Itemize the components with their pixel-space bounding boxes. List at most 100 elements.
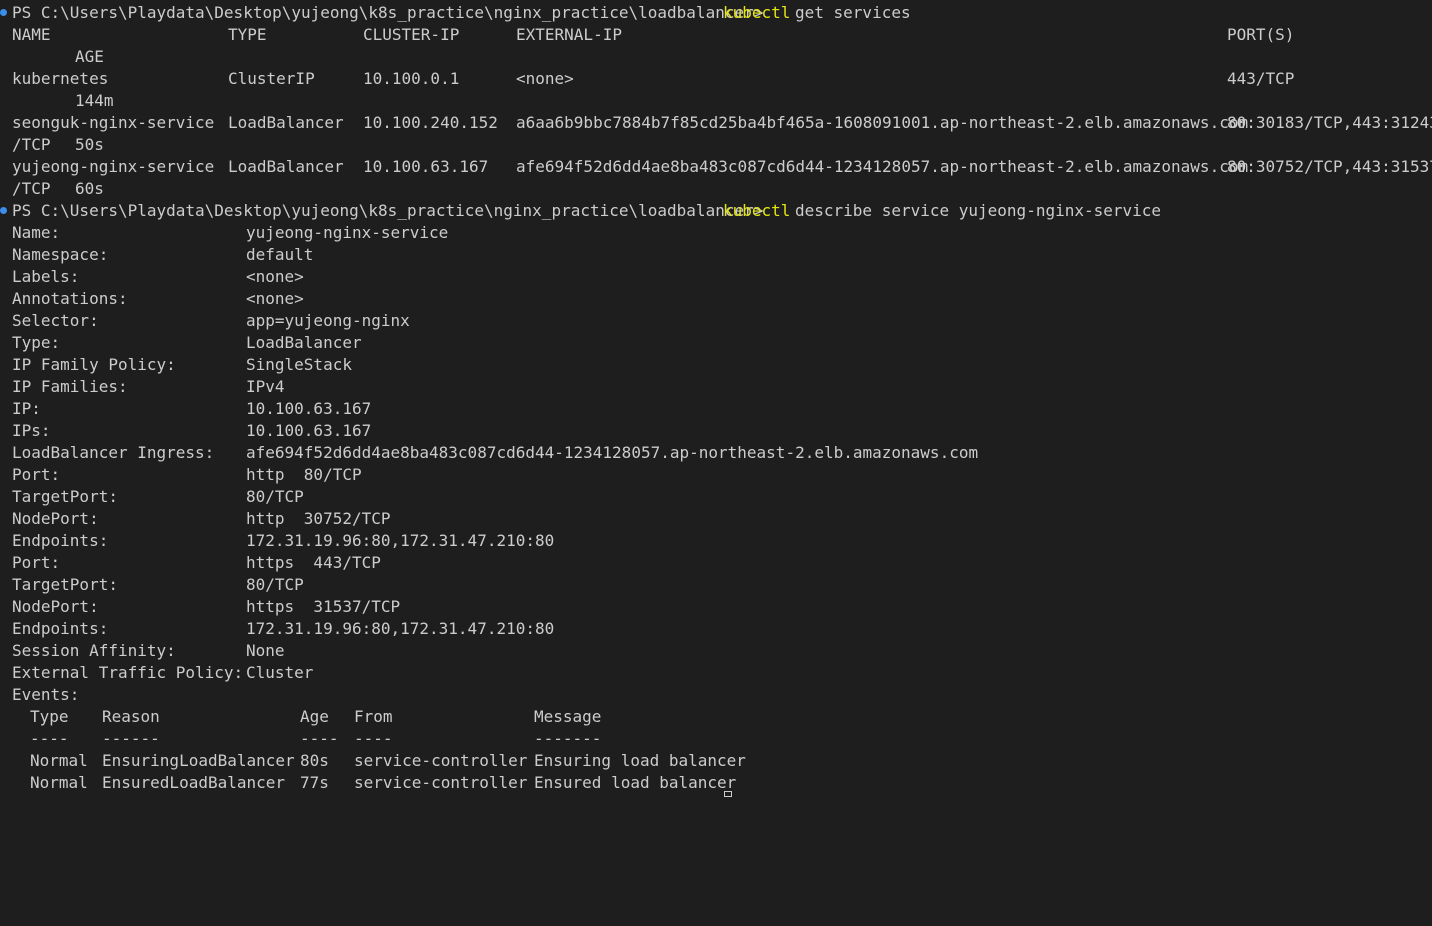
describe-row: IPs: 10.100.63.167 [0,420,1432,442]
events-divider-age: ---- [300,729,339,748]
describe-value: http 30752/TCP [246,509,391,528]
describe-row: External Traffic Policy: Cluster [0,662,1432,684]
service-name: yujeong-nginx-service [12,157,215,176]
describe-row: Port: http 80/TCP [0,464,1432,486]
describe-key: Port: [12,553,61,572]
table-row: kubernetes ClusterIP 10.100.0.1 <none> 4… [0,68,1432,90]
events-table-header: Type Reason Age From Message [0,706,1432,728]
service-type: LoadBalancer [228,157,344,176]
service-ports-wrap: /TCP [12,179,51,198]
service-name: seonguk-nginx-service [12,113,215,132]
event-message: Ensured load balancer [534,773,737,792]
describe-key: Type: [12,333,61,352]
command-args: get services [795,3,911,22]
event-age: 77s [300,773,329,792]
table-row: seonguk-nginx-service LoadBalancer 10.10… [0,112,1432,134]
describe-value: afe694f52d6dd4ae8ba483c087cd6d44-1234128… [246,443,979,462]
describe-row: IP Family Policy: SingleStack [0,354,1432,376]
describe-row: Port: https 443/TCP [0,552,1432,574]
table-row-wrap: 144m [0,90,1432,112]
event-message: Ensuring load balancer [534,751,746,770]
describe-value: <none> [246,289,304,308]
table-row: Normal EnsuringLoadBalancer 80s service-… [0,750,1432,772]
describe-value: https 31537/TCP [246,597,401,616]
describe-row: Selector: app=yujeong-nginx [0,310,1432,332]
services-table-header-wrap: AGE [0,46,1432,68]
events-col-age: Age [300,707,329,726]
command-args: describe service yujeong-nginx-service [795,201,1162,220]
event-type: Normal [30,773,88,792]
events-divider-reason: ------ [102,729,160,748]
events-divider-from: ---- [354,729,393,748]
service-ports: 443/TCP [1227,69,1295,88]
event-type: Normal [30,751,88,770]
service-external-ip: afe694f52d6dd4ae8ba483c087cd6d44-1234128… [516,157,1249,176]
describe-key: NodePort: [12,597,99,616]
describe-value: 172.31.19.96:80,172.31.47.210:80 [246,619,555,638]
service-external-ip: a6aa6b9bbc7884b7f85cd25ba4bf465a-1608091… [516,113,1249,132]
prompt-line: PS C:\Users\Playdata\Desktop\yujeong\k8s… [0,2,1432,24]
command-name: kubectl [723,3,791,22]
service-cluster-ip: 10.100.63.167 [363,157,489,176]
event-from: service-controller [354,773,528,792]
service-ports: 80:30752/TCP,443:31537 [1227,157,1432,176]
command-name: kubectl [723,201,791,220]
describe-row: IP: 10.100.63.167 [0,398,1432,420]
describe-row: Namespace: default [0,244,1432,266]
describe-row: TargetPort: 80/TCP [0,486,1432,508]
describe-key: Endpoints: [12,531,109,550]
describe-value: 80/TCP [246,487,304,506]
describe-key: External Traffic Policy: [12,663,244,682]
table-row-wrap: /TCP 50s [0,134,1432,156]
service-age: 50s [75,135,104,154]
service-type: ClusterIP [228,69,315,88]
describe-row: Endpoints: 172.31.19.96:80,172.31.47.210:… [0,618,1432,640]
describe-row: NodePort: https 31537/TCP [0,596,1432,618]
describe-value: SingleStack [246,355,352,374]
describe-key: IP Families: [12,377,128,396]
service-age: 144m [75,91,114,110]
describe-key: Annotations: [12,289,128,308]
describe-row: LoadBalancer Ingress: afe694f52d6dd4ae8ba… [0,442,1432,464]
service-ports: 80:30183/TCP,443:31243 [1227,113,1432,132]
events-label-row: Events: [0,684,1432,706]
events-label: Events: [12,685,80,704]
describe-value: http 80/TCP [246,465,362,484]
service-cluster-ip: 10.100.240.152 [363,113,498,132]
describe-key: Port: [12,465,61,484]
service-age: 60s [75,179,104,198]
describe-row: IP Families: IPv4 [0,376,1432,398]
describe-key: TargetPort: [12,575,118,594]
prompt-status-dot-icon [0,207,7,214]
describe-value: Cluster [246,663,314,682]
describe-value: app=yujeong-nginx [246,311,410,330]
events-table-divider: ---- ------ ---- ---- ------- [0,728,1432,750]
table-row: yujeong-nginx-service LoadBalancer 10.10… [0,156,1432,178]
describe-value: None [246,641,285,660]
describe-value: LoadBalancer [246,333,362,352]
terminal-output[interactable]: PS C:\Users\Playdata\Desktop\yujeong\k8s… [0,2,1432,798]
col-header-name: NAME [12,25,51,44]
col-header-ports: PORT(S) [1227,25,1295,44]
describe-key: NodePort: [12,509,99,528]
describe-row: TargetPort: 80/TCP [0,574,1432,596]
describe-key: IP Family Policy: [12,355,176,374]
prompt-status-dot-icon [0,9,7,16]
describe-key: Selector: [12,311,99,330]
col-header-cluster-ip: CLUSTER-IP [363,25,460,44]
event-reason: EnsuringLoadBalancer [102,751,295,770]
describe-value: 10.100.63.167 [246,399,372,418]
describe-row: Name: yujeong-nginx-service [0,222,1432,244]
service-type: LoadBalancer [228,113,344,132]
prompt-path: PS C:\Users\Playdata\Desktop\yujeong\k8s… [12,201,764,220]
service-ports-wrap: /TCP [12,135,51,154]
event-age: 80s [300,751,329,770]
describe-key: Namespace: [12,245,109,264]
describe-value: https 443/TCP [246,553,381,572]
events-col-from: From [354,707,393,726]
describe-value: default [246,245,314,264]
describe-key: TargetPort: [12,487,118,506]
service-cluster-ip: 10.100.0.1 [363,69,460,88]
describe-key: Name: [12,223,61,242]
describe-value: 80/TCP [246,575,304,594]
